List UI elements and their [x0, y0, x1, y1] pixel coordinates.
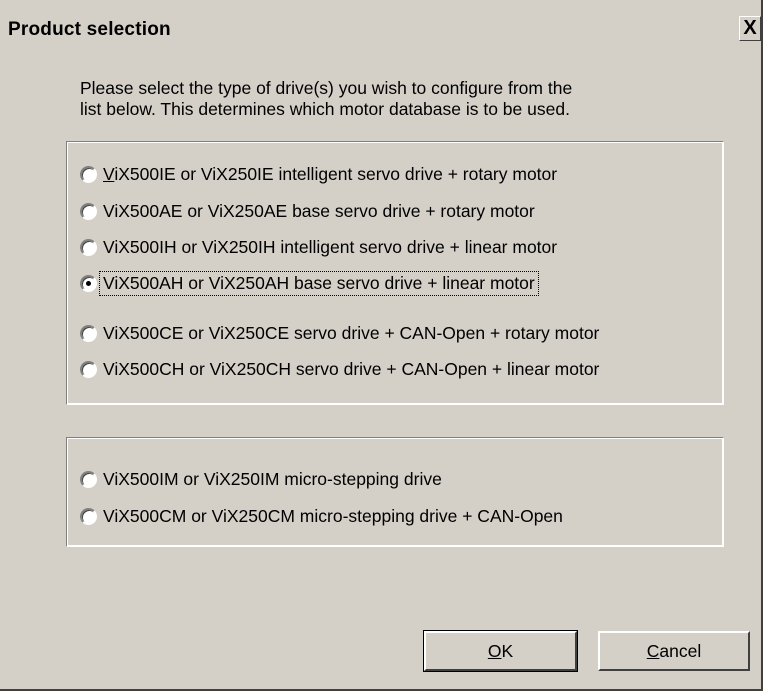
close-icon: X [743, 17, 757, 39]
instructions-line-2: list below. This determines which motor … [80, 99, 570, 119]
radio-button-icon[interactable] [80, 360, 97, 378]
radio-option-vix-ih[interactable]: ViX500IH or ViX250IH intelligent servo d… [80, 234, 559, 260]
radio-label: ViX500IM or ViX250IM micro-stepping driv… [103, 468, 442, 489]
radio-button-icon[interactable] [80, 470, 97, 488]
radio-button-icon[interactable] [80, 324, 97, 342]
radio-option-vix-ae[interactable]: ViX500AE or ViX250AE base servo drive + … [80, 198, 537, 224]
radio-label: ViX500CE or ViX250CE servo drive + CAN-O… [103, 322, 600, 343]
radio-label: ViX500CM or ViX250CM micro-stepping driv… [103, 505, 563, 526]
radio-label: ViX500AE or ViX250AE base servo drive + … [103, 200, 535, 221]
radio-option-vix-im[interactable]: ViX500IM or ViX250IM micro-stepping driv… [80, 466, 444, 492]
cancel-button-label: Cancel [646, 640, 702, 661]
radio-button-icon[interactable] [80, 202, 97, 220]
radio-option-vix-ie[interactable]: ViX500IE or ViX250IE intelligent servo d… [80, 161, 559, 187]
radio-option-vix-ah[interactable]: ViX500AH or ViX250AH base servo drive + … [80, 270, 539, 296]
close-button[interactable]: X [739, 16, 761, 41]
instructions-line-1: Please select the type of drive(s) you w… [80, 78, 573, 98]
product-selection-dialog: Product selection X Please select the ty… [0, 0, 763, 691]
title-bar: Product selection X [0, 0, 761, 46]
radio-option-vix-ch[interactable]: ViX500CH or ViX250CH servo drive + CAN-O… [80, 356, 601, 382]
radio-label: ViX500IE or ViX250IE intelligent servo d… [103, 163, 558, 184]
window-title: Product selection [8, 19, 171, 40]
radio-option-vix-ce[interactable]: ViX500CE or ViX250CE servo drive + CAN-O… [80, 320, 601, 346]
radio-label: ViX500IH or ViX250IH intelligent servo d… [103, 236, 558, 257]
radio-option-vix-cm[interactable]: ViX500CM or ViX250CM micro-stepping driv… [80, 503, 565, 529]
instructions-text: Please select the type of drive(s) you w… [80, 78, 720, 120]
ok-button-label: OK [487, 640, 514, 661]
radio-button-icon[interactable] [80, 507, 97, 525]
cancel-button[interactable]: Cancel [598, 631, 750, 671]
stepper-drive-group [66, 437, 724, 547]
ok-button[interactable]: OK [423, 630, 578, 672]
radio-button-icon[interactable] [80, 238, 97, 256]
radio-label: ViX500AH or ViX250AH base servo drive + … [99, 270, 539, 296]
radio-button-selected-icon[interactable] [80, 274, 97, 292]
radio-label: ViX500CH or ViX250CH servo drive + CAN-O… [103, 358, 600, 379]
radio-button-icon[interactable] [80, 165, 97, 183]
